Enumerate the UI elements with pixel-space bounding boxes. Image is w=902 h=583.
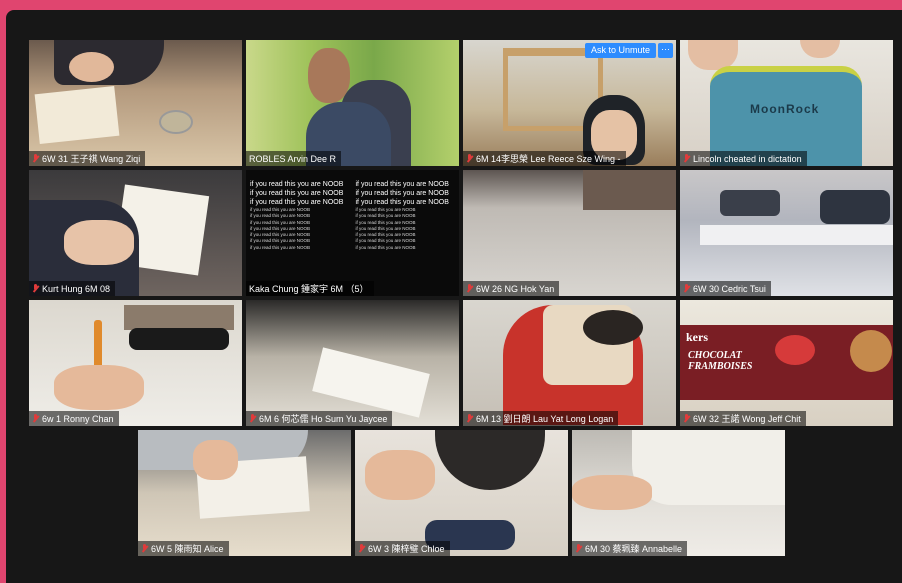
participant-name-tag: 6M 14李思榮 Lee Reece Sze Wing - — [463, 151, 626, 166]
video-tile-ng-hok-yan[interactable]: 6W 26 NG Hok Yan — [463, 170, 676, 296]
participant-name: 6W 26 NG Hok Yan — [476, 283, 555, 294]
participant-name: 6W 32 王諾 Wong Jeff Chit — [693, 414, 801, 424]
participant-name: Lincoln cheated in dictation — [693, 153, 802, 164]
video-tile-lee-reece[interactable]: Ask to Unmute ··· 6M 14李思榮 Lee Reece Sze… — [463, 40, 676, 166]
chat-message: if you read this you are NOOB — [355, 190, 449, 197]
video-feed — [463, 40, 676, 166]
ask-to-unmute-button[interactable]: Ask to Unmute — [584, 43, 656, 58]
mic-muted-icon — [575, 543, 582, 554]
video-feed — [29, 170, 242, 296]
participant-name: Kaka Chung 鍾家宇 6M （5） — [249, 284, 369, 294]
mic-muted-icon — [249, 413, 256, 424]
mic-muted-icon — [466, 283, 473, 294]
video-tile-lau-yat-long[interactable]: 6M 13 劉日朗 Lau Yat Long Logan — [463, 300, 676, 426]
participant-name: 6M 6 何芯儒 Ho Sum Yu Jaycee — [259, 414, 388, 424]
video-feed — [138, 430, 351, 556]
video-tile-ronny-chan[interactable]: 6w 1 Ronny Chan — [29, 300, 242, 426]
participant-name: 6W 31 王子祺 Wang Ziqi — [42, 154, 141, 164]
box-label-text: CHOCOLAT FRAMBOISES — [688, 350, 752, 372]
mic-muted-icon — [32, 153, 39, 164]
participant-name: 6M 13 劉日朗 Lau Yat Long Logan — [476, 414, 614, 424]
mic-muted-icon — [466, 153, 473, 164]
video-tile-kurt-hung[interactable]: Kurt Hung 6M 08 — [29, 170, 242, 296]
participant-name-tag: 6W 32 王諾 Wong Jeff Chit — [680, 411, 806, 426]
participant-name: Kurt Hung 6M 08 — [42, 283, 111, 294]
chat-overlay: if you read this you are NOOB if you rea… — [250, 180, 455, 278]
participant-name-tag: 6w 1 Ronny Chan — [29, 411, 119, 426]
mic-muted-icon — [141, 543, 148, 554]
chat-message: if you read this you are NOOB — [355, 199, 449, 206]
video-tile-ho-sum-yu[interactable]: 6M 6 何芯儒 Ho Sum Yu Jaycee — [246, 300, 459, 426]
chat-message: if you read this you are NOOB — [250, 199, 344, 206]
participant-name-tag: 6M 30 蔡珮臻 Annabelle — [572, 541, 688, 556]
box-brand-text: kers — [686, 330, 708, 344]
mic-muted-icon — [466, 413, 473, 424]
video-tile-kaka-chung-active-speaker[interactable]: if you read this you are NOOB if you rea… — [246, 170, 459, 296]
mic-muted-icon — [683, 153, 690, 164]
participant-name-tag: 6W 31 王子祺 Wang Ziqi — [29, 151, 146, 166]
participant-name-tag: 6M 13 劉日朗 Lau Yat Long Logan — [463, 411, 619, 426]
video-feed — [29, 40, 242, 166]
pencil-case-brand: MoonRock — [750, 102, 820, 116]
video-feed — [355, 430, 568, 556]
video-feed — [246, 300, 459, 426]
video-tile-annabelle[interactable]: 6M 30 蔡珮臻 Annabelle — [572, 430, 785, 556]
participant-name-tag: 6W 30 Cedric Tsui — [680, 281, 771, 296]
chat-message: if you read this you are NOOB — [250, 181, 344, 188]
video-tile-wang-ziqi[interactable]: 6W 31 王子祺 Wang Ziqi — [29, 40, 242, 166]
video-tile-lincoln[interactable]: MoonRock Lincoln cheated in dictation — [680, 40, 893, 166]
participant-name-tag: 6W 3 陳梓璧 Chloe — [355, 541, 450, 556]
chat-message: if you read this you are NOOB — [250, 244, 311, 250]
mic-muted-icon — [32, 413, 39, 424]
video-feed — [246, 40, 459, 166]
mic-muted-icon — [358, 543, 365, 554]
participant-name: ROBLES Arvin Dee R — [249, 153, 337, 164]
participant-name-tag: 6W 26 NG Hok Yan — [463, 281, 560, 296]
participant-name: 6W 30 Cedric Tsui — [693, 283, 766, 294]
participant-name: 6W 5 陳雨知 Alice — [151, 544, 224, 554]
video-tile-robles-arvin[interactable]: ROBLES Arvin Dee R — [246, 40, 459, 166]
video-feed — [463, 300, 676, 426]
chat-message: if you read this you are NOOB — [355, 181, 449, 188]
gallery-view: 6W 31 王子祺 Wang Ziqi ROBLES Arvin Dee R A… — [6, 10, 902, 583]
participant-name: 6M 14李思榮 Lee Reece Sze Wing - — [476, 154, 621, 164]
video-tile-chloe[interactable]: 6W 3 陳梓璧 Chloe — [355, 430, 568, 556]
mic-muted-icon — [32, 283, 39, 294]
video-feed — [572, 430, 785, 556]
chat-message: if you read this you are NOOB — [250, 190, 344, 197]
mic-muted-icon — [683, 413, 690, 424]
mic-muted-icon — [683, 283, 690, 294]
participant-name: 6w 1 Ronny Chan — [42, 413, 114, 424]
video-tile-cedric-tsui[interactable]: 6W 30 Cedric Tsui — [680, 170, 893, 296]
participant-name: 6M 30 蔡珮臻 Annabelle — [585, 544, 683, 554]
participant-name-tag: 6M 6 何芯儒 Ho Sum Yu Jaycee — [246, 411, 393, 426]
box-label-line: CHOCOLAT — [688, 350, 742, 361]
video-feed — [29, 300, 242, 426]
video-feed — [463, 170, 676, 296]
participant-name-tag: ROBLES Arvin Dee R — [246, 151, 342, 166]
video-tile-wong-jeff-chit[interactable]: kers CHOCOLAT FRAMBOISES 6W 32 王諾 Wong J… — [680, 300, 893, 426]
participant-name-tag: Kaka Chung 鍾家宇 6M （5） — [246, 281, 374, 296]
video-tile-alice[interactable]: 6W 5 陳雨知 Alice — [138, 430, 351, 556]
participant-name-tag: Lincoln cheated in dictation — [680, 151, 807, 166]
more-options-button[interactable]: ··· — [658, 43, 673, 58]
participant-name-tag: Kurt Hung 6M 08 — [29, 281, 116, 296]
video-feed — [680, 170, 893, 296]
participant-name-tag: 6W 5 陳雨知 Alice — [138, 541, 229, 556]
chat-message: if you read this you are NOOB — [355, 244, 416, 250]
participant-name: 6W 3 陳梓璧 Chloe — [368, 544, 445, 554]
box-label-line: FRAMBOISES — [688, 361, 753, 372]
